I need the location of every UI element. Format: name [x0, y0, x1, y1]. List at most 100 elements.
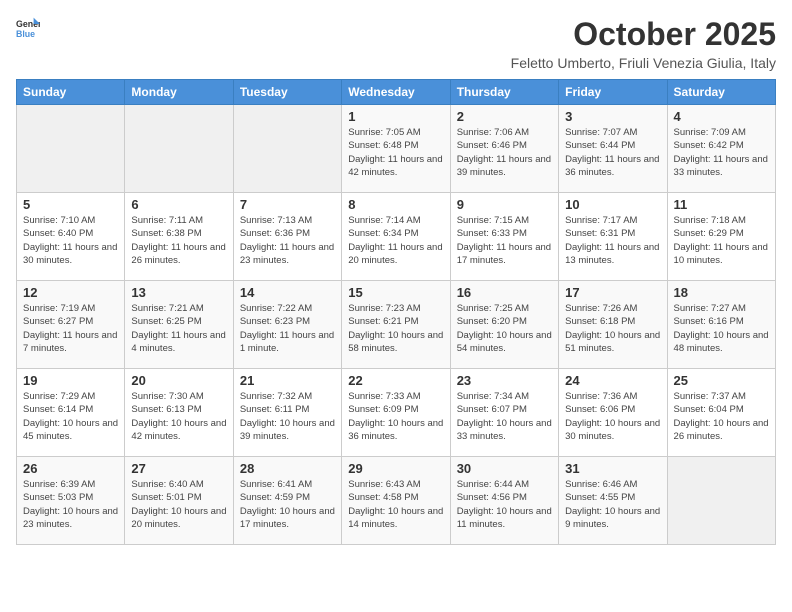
day-info: Sunrise: 7:06 AM Sunset: 6:46 PM Dayligh…	[457, 126, 552, 179]
header-friday: Friday	[559, 80, 667, 105]
calendar-cell: 26 Sunrise: 6:39 AM Sunset: 5:03 PM Dayli…	[17, 457, 125, 545]
day-info: Sunrise: 7:15 AM Sunset: 6:33 PM Dayligh…	[457, 214, 552, 267]
calendar-cell: 28 Sunrise: 6:41 AM Sunset: 4:59 PM Dayli…	[233, 457, 341, 545]
calendar-cell: 27Sunrise: 6:40 AM Sunset: 5:01 PM Dayli…	[125, 457, 233, 545]
calendar-cell: 16 Sunrise: 7:25 AM Sunset: 6:20 PM Dayli…	[450, 281, 558, 369]
day-number: 1	[348, 109, 443, 124]
calendar-cell: 6 Sunrise: 7:11 AM Sunset: 6:38 PM Daylig…	[125, 193, 233, 281]
calendar-cell: 9 Sunrise: 7:15 AM Sunset: 6:33 PM Daylig…	[450, 193, 558, 281]
day-info: Sunrise: 7:09 AM Sunset: 6:42 PM Dayligh…	[674, 126, 769, 179]
day-number: 24	[565, 373, 660, 388]
day-number: 7	[240, 197, 335, 212]
day-info: Sunrise: 7:32 AM Sunset: 6:11 PM Dayligh…	[240, 390, 335, 443]
calendar-cell	[667, 457, 775, 545]
day-info: Sunrise: 7:05 AM Sunset: 6:48 PM Dayligh…	[348, 126, 443, 179]
day-info: Sunrise: 7:11 AM Sunset: 6:38 PM Dayligh…	[131, 214, 226, 267]
header-wednesday: Wednesday	[342, 80, 450, 105]
calendar-cell: 12 Sunrise: 7:19 AM Sunset: 6:27 PM Dayli…	[17, 281, 125, 369]
calendar-cell	[17, 105, 125, 193]
calendar-cell: 2 Sunrise: 7:06 AM Sunset: 6:46 PM Daylig…	[450, 105, 558, 193]
day-number: 22	[348, 373, 443, 388]
header-tuesday: Tuesday	[233, 80, 341, 105]
day-number: 9	[457, 197, 552, 212]
calendar-cell: 10 Sunrise: 7:17 AM Sunset: 6:31 PM Dayli…	[559, 193, 667, 281]
calendar-cell	[233, 105, 341, 193]
day-info: Sunrise: 7:33 AM Sunset: 6:09 PM Dayligh…	[348, 390, 443, 443]
day-number: 18	[674, 285, 769, 300]
calendar-cell: 14 Sunrise: 7:22 AM Sunset: 6:23 PM Dayli…	[233, 281, 341, 369]
calendar-cell: 13 Sunrise: 7:21 AM Sunset: 6:25 PM Dayli…	[125, 281, 233, 369]
calendar-subtitle: Feletto Umberto, Friuli Venezia Giulia, …	[511, 55, 776, 71]
calendar-cell: 23 Sunrise: 7:34 AM Sunset: 6:07 PM Dayli…	[450, 369, 558, 457]
day-number: 2	[457, 109, 552, 124]
calendar-cell: 29 Sunrise: 6:43 AM Sunset: 4:58 PM Dayli…	[342, 457, 450, 545]
calendar-cell: 7 Sunrise: 7:13 AM Sunset: 6:36 PM Daylig…	[233, 193, 341, 281]
day-number: 23	[457, 373, 552, 388]
header: General Blue October 2025 Feletto Umbert…	[16, 16, 776, 71]
calendar-cell: 4Sunrise: 7:09 AM Sunset: 6:42 PM Daylig…	[667, 105, 775, 193]
header-thursday: Thursday	[450, 80, 558, 105]
day-info: Sunrise: 7:26 AM Sunset: 6:18 PM Dayligh…	[565, 302, 660, 355]
day-number: 3	[565, 109, 660, 124]
day-info: Sunrise: 7:07 AM Sunset: 6:44 PM Dayligh…	[565, 126, 660, 179]
day-info: Sunrise: 7:21 AM Sunset: 6:25 PM Dayligh…	[131, 302, 226, 355]
day-info: Sunrise: 7:27 AM Sunset: 6:16 PM Dayligh…	[674, 302, 769, 355]
day-number: 13	[131, 285, 226, 300]
day-number: 21	[240, 373, 335, 388]
title-area: October 2025 Feletto Umberto, Friuli Ven…	[511, 16, 776, 71]
day-info: Sunrise: 7:14 AM Sunset: 6:34 PM Dayligh…	[348, 214, 443, 267]
day-info: Sunrise: 6:40 AM Sunset: 5:01 PM Dayligh…	[131, 478, 226, 531]
week-row-4: 26 Sunrise: 6:39 AM Sunset: 5:03 PM Dayli…	[17, 457, 776, 545]
day-info: Sunrise: 7:25 AM Sunset: 6:20 PM Dayligh…	[457, 302, 552, 355]
calendar-cell: 22 Sunrise: 7:33 AM Sunset: 6:09 PM Dayli…	[342, 369, 450, 457]
day-number: 30	[457, 461, 552, 476]
day-number: 31	[565, 461, 660, 476]
day-number: 14	[240, 285, 335, 300]
day-number: 16	[457, 285, 552, 300]
day-number: 10	[565, 197, 660, 212]
day-info: Sunrise: 7:10 AM Sunset: 6:40 PM Dayligh…	[23, 214, 118, 267]
calendar-cell	[125, 105, 233, 193]
day-number: 20	[131, 373, 226, 388]
day-info: Sunrise: 7:17 AM Sunset: 6:31 PM Dayligh…	[565, 214, 660, 267]
calendar-cell: 15 Sunrise: 7:23 AM Sunset: 6:21 PM Dayli…	[342, 281, 450, 369]
calendar-cell: 25Sunrise: 7:37 AM Sunset: 6:04 PM Dayli…	[667, 369, 775, 457]
calendar-cell: 24 Sunrise: 7:36 AM Sunset: 6:06 PM Dayli…	[559, 369, 667, 457]
day-info: Sunrise: 6:39 AM Sunset: 5:03 PM Dayligh…	[23, 478, 118, 531]
day-info: Sunrise: 7:23 AM Sunset: 6:21 PM Dayligh…	[348, 302, 443, 355]
calendar-cell: 19Sunrise: 7:29 AM Sunset: 6:14 PM Dayli…	[17, 369, 125, 457]
day-number: 26	[23, 461, 118, 476]
calendar-title: October 2025	[511, 16, 776, 53]
day-number: 29	[348, 461, 443, 476]
day-number: 15	[348, 285, 443, 300]
day-info: Sunrise: 6:41 AM Sunset: 4:59 PM Dayligh…	[240, 478, 335, 531]
day-number: 28	[240, 461, 335, 476]
calendar-cell: 3 Sunrise: 7:07 AM Sunset: 6:44 PM Daylig…	[559, 105, 667, 193]
day-number: 11	[674, 197, 769, 212]
day-number: 6	[131, 197, 226, 212]
day-number: 17	[565, 285, 660, 300]
week-row-0: 1 Sunrise: 7:05 AM Sunset: 6:48 PM Daylig…	[17, 105, 776, 193]
week-row-3: 19Sunrise: 7:29 AM Sunset: 6:14 PM Dayli…	[17, 369, 776, 457]
day-info: Sunrise: 7:34 AM Sunset: 6:07 PM Dayligh…	[457, 390, 552, 443]
logo: General Blue	[16, 16, 40, 40]
calendar-cell: 11Sunrise: 7:18 AM Sunset: 6:29 PM Dayli…	[667, 193, 775, 281]
day-info: Sunrise: 7:36 AM Sunset: 6:06 PM Dayligh…	[565, 390, 660, 443]
day-info: Sunrise: 7:13 AM Sunset: 6:36 PM Dayligh…	[240, 214, 335, 267]
day-info: Sunrise: 6:46 AM Sunset: 4:55 PM Dayligh…	[565, 478, 660, 531]
day-info: Sunrise: 7:22 AM Sunset: 6:23 PM Dayligh…	[240, 302, 335, 355]
day-info: Sunrise: 7:37 AM Sunset: 6:04 PM Dayligh…	[674, 390, 769, 443]
day-number: 12	[23, 285, 118, 300]
day-info: Sunrise: 6:43 AM Sunset: 4:58 PM Dayligh…	[348, 478, 443, 531]
calendar-cell: 21 Sunrise: 7:32 AM Sunset: 6:11 PM Dayli…	[233, 369, 341, 457]
calendar-cell: 31 Sunrise: 6:46 AM Sunset: 4:55 PM Dayli…	[559, 457, 667, 545]
header-saturday: Saturday	[667, 80, 775, 105]
days-header-row: Sunday Monday Tuesday Wednesday Thursday…	[17, 80, 776, 105]
calendar-cell: 8Sunrise: 7:14 AM Sunset: 6:34 PM Daylig…	[342, 193, 450, 281]
calendar-table: Sunday Monday Tuesday Wednesday Thursday…	[16, 79, 776, 545]
calendar-cell: 5Sunrise: 7:10 AM Sunset: 6:40 PM Daylig…	[17, 193, 125, 281]
day-info: Sunrise: 6:44 AM Sunset: 4:56 PM Dayligh…	[457, 478, 552, 531]
calendar-cell: 1 Sunrise: 7:05 AM Sunset: 6:48 PM Daylig…	[342, 105, 450, 193]
calendar-cell: 20Sunrise: 7:30 AM Sunset: 6:13 PM Dayli…	[125, 369, 233, 457]
day-info: Sunrise: 7:19 AM Sunset: 6:27 PM Dayligh…	[23, 302, 118, 355]
